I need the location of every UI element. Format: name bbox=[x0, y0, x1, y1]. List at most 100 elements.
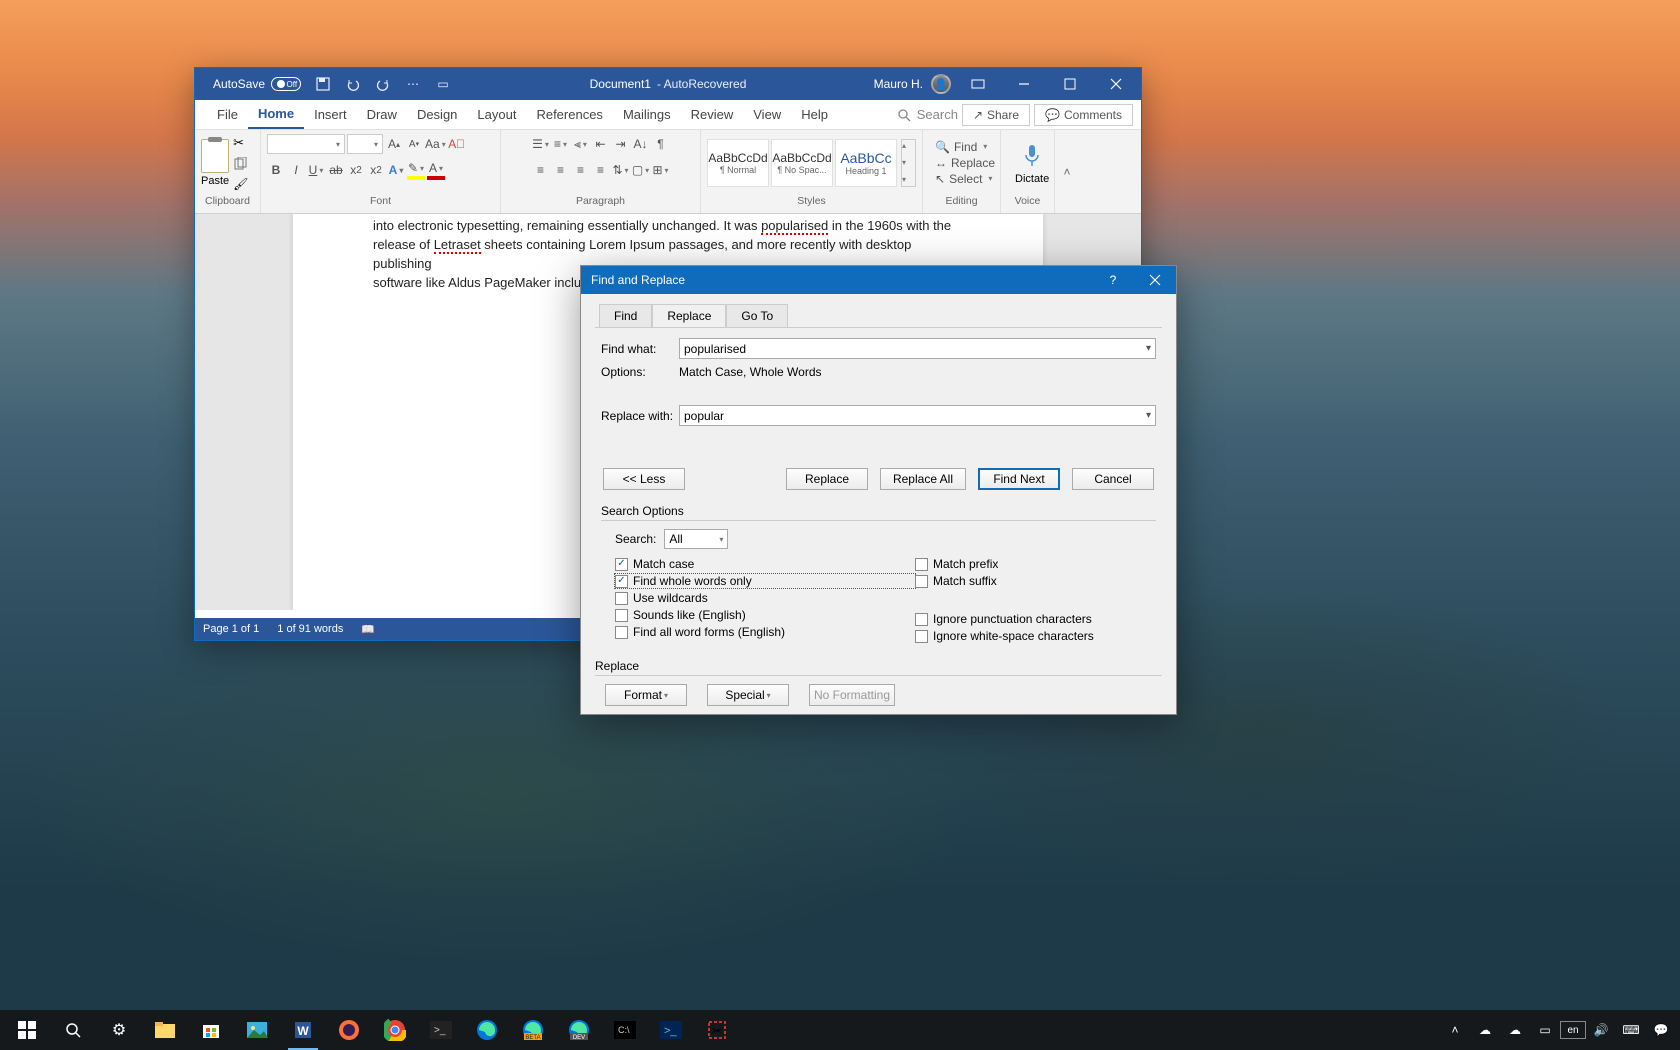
language-icon[interactable]: en bbox=[1560, 1021, 1586, 1039]
edge-dev-icon[interactable]: DEV bbox=[556, 1010, 602, 1050]
user-name[interactable]: Mauro H. bbox=[874, 77, 923, 91]
tab-layout[interactable]: Layout bbox=[467, 100, 526, 129]
show-marks-icon[interactable]: ¶ bbox=[652, 134, 670, 154]
replace-button[interactable]: ↔Replace bbox=[935, 156, 995, 170]
redo-icon[interactable] bbox=[375, 76, 391, 92]
chk-match-suffix[interactable]: Match suffix bbox=[915, 574, 1094, 588]
chevron-down-icon[interactable]: ▾ bbox=[1146, 343, 1151, 354]
user-avatar-icon[interactable]: 👤 bbox=[931, 74, 951, 94]
text-effects-icon[interactable]: A▾ bbox=[387, 160, 405, 180]
help-icon[interactable]: ? bbox=[1092, 266, 1134, 294]
increase-indent-icon[interactable]: ⇥ bbox=[612, 134, 630, 154]
replace-all-button[interactable]: Replace All bbox=[880, 468, 966, 490]
tab-insert[interactable]: Insert bbox=[304, 100, 357, 129]
tab-references[interactable]: References bbox=[526, 100, 612, 129]
edge-icon[interactable] bbox=[464, 1010, 510, 1050]
format-button[interactable]: Format ▾ bbox=[605, 684, 687, 706]
numbering-icon[interactable]: ≡▾ bbox=[552, 134, 570, 154]
close-icon[interactable] bbox=[1097, 68, 1135, 100]
touch-mode-icon[interactable]: ▭ bbox=[435, 76, 451, 92]
tab-draw[interactable]: Draw bbox=[357, 100, 407, 129]
grow-font-icon[interactable]: A▴ bbox=[385, 134, 403, 154]
tab-design[interactable]: Design bbox=[407, 100, 467, 129]
italic-icon[interactable]: I bbox=[287, 160, 305, 180]
select-button[interactable]: ↖Select▾ bbox=[935, 172, 995, 186]
minimize-icon[interactable] bbox=[1005, 68, 1043, 100]
word-count[interactable]: 1 of 91 words bbox=[277, 623, 343, 635]
less-button[interactable]: << Less bbox=[603, 468, 685, 490]
share-button[interactable]: ↗ Share bbox=[962, 104, 1030, 126]
tab-find[interactable]: Find bbox=[599, 304, 652, 327]
autosave-toggle[interactable]: AutoSave Off bbox=[213, 77, 301, 91]
replace-button[interactable]: Replace bbox=[786, 468, 868, 490]
special-button[interactable]: Special ▾ bbox=[707, 684, 789, 706]
chk-match-prefix[interactable]: Match prefix bbox=[915, 557, 1094, 571]
chk-whole-words[interactable]: Find whole words only bbox=[615, 574, 915, 588]
paste-button[interactable]: Paste bbox=[201, 139, 229, 187]
photos-icon[interactable] bbox=[234, 1010, 280, 1050]
strikethrough-icon[interactable]: ab bbox=[327, 160, 345, 180]
tab-file[interactable]: File bbox=[207, 100, 248, 129]
chk-sounds-like[interactable]: Sounds like (English) bbox=[615, 608, 915, 622]
tell-me-search[interactable]: Search bbox=[897, 107, 958, 122]
shading-icon[interactable]: ▢▾ bbox=[632, 160, 650, 180]
underline-icon[interactable]: U▾ bbox=[307, 160, 325, 180]
snip-icon[interactable]: ✂ bbox=[694, 1010, 740, 1050]
change-case-icon[interactable]: Aa▾ bbox=[425, 134, 446, 154]
tab-goto[interactable]: Go To bbox=[726, 304, 788, 327]
tab-view[interactable]: View bbox=[743, 100, 791, 129]
page-indicator[interactable]: Page 1 of 1 bbox=[203, 623, 259, 635]
keyboard-icon[interactable]: ⌨ bbox=[1616, 1010, 1646, 1050]
styles-scroller[interactable]: ▴▾▾ bbox=[901, 139, 916, 187]
powershell-icon[interactable]: >_ bbox=[648, 1010, 694, 1050]
justify-icon[interactable]: ≡ bbox=[592, 160, 610, 180]
tab-home[interactable]: Home bbox=[248, 100, 304, 129]
tab-review[interactable]: Review bbox=[681, 100, 744, 129]
clear-formatting-icon[interactable]: A⃠ bbox=[448, 134, 466, 154]
dictate-button[interactable]: Dictate bbox=[1007, 141, 1057, 185]
chevron-down-icon[interactable]: ▾ bbox=[1146, 410, 1151, 421]
edge-beta-icon[interactable]: BETA bbox=[510, 1010, 556, 1050]
highlight-icon[interactable]: ✎▾ bbox=[407, 160, 425, 180]
onedrive-icon[interactable]: ☁ bbox=[1470, 1010, 1500, 1050]
bold-icon[interactable]: B bbox=[267, 160, 285, 180]
style-normal[interactable]: AaBbCcDd¶ Normal bbox=[707, 139, 769, 187]
copy-icon[interactable] bbox=[233, 157, 248, 171]
search-direction-select[interactable]: All▾ bbox=[664, 529, 728, 549]
collapse-ribbon-icon[interactable]: ˄ bbox=[1055, 130, 1079, 213]
style-heading1[interactable]: AaBbCcHeading 1 bbox=[835, 139, 897, 187]
dialog-close-icon[interactable] bbox=[1134, 266, 1176, 294]
find-what-input[interactable]: popularised▾ bbox=[679, 338, 1156, 359]
align-center-icon[interactable]: ≡ bbox=[552, 160, 570, 180]
styles-gallery[interactable]: AaBbCcDd¶ Normal AaBbCcDd¶ No Spac... Aa… bbox=[707, 139, 897, 187]
chk-wildcards[interactable]: Use wildcards bbox=[615, 591, 915, 605]
volume-icon[interactable]: 🔊 bbox=[1586, 1010, 1616, 1050]
shrink-font-icon[interactable]: A▾ bbox=[405, 134, 423, 154]
align-right-icon[interactable]: ≡ bbox=[572, 160, 590, 180]
store-icon[interactable] bbox=[188, 1010, 234, 1050]
font-name-input[interactable]: ▾ bbox=[267, 134, 345, 154]
tray-expand-icon[interactable]: ˄ bbox=[1440, 1010, 1470, 1050]
multilevel-icon[interactable]: ⫷▾ bbox=[572, 134, 590, 154]
file-explorer-icon[interactable] bbox=[142, 1010, 188, 1050]
font-color-icon[interactable]: A▾ bbox=[427, 160, 445, 180]
customize-icon[interactable]: ⋯ bbox=[405, 76, 421, 92]
dialog-title-bar[interactable]: Find and Replace ? bbox=[581, 266, 1176, 294]
spellcheck-icon[interactable]: 📖 bbox=[361, 623, 375, 636]
ribbon-display-icon[interactable] bbox=[959, 68, 997, 100]
cut-icon[interactable]: ✂ bbox=[233, 135, 248, 151]
chk-match-case[interactable]: Match case bbox=[615, 557, 915, 571]
line-spacing-icon[interactable]: ⇅▾ bbox=[612, 160, 630, 180]
format-painter-icon[interactable]: 🖌 bbox=[233, 177, 248, 191]
sort-icon[interactable]: A↓ bbox=[632, 134, 650, 154]
borders-icon[interactable]: ⊞▾ bbox=[652, 160, 670, 180]
subscript-icon[interactable]: x2 bbox=[347, 160, 365, 180]
find-next-button[interactable]: Find Next bbox=[978, 468, 1060, 490]
search-icon[interactable] bbox=[50, 1010, 96, 1050]
find-button[interactable]: 🔍Find▾ bbox=[935, 140, 995, 154]
tab-replace[interactable]: Replace bbox=[652, 304, 726, 327]
style-no-spacing[interactable]: AaBbCcDd¶ No Spac... bbox=[771, 139, 833, 187]
tab-help[interactable]: Help bbox=[791, 100, 838, 129]
firefox-icon[interactable] bbox=[326, 1010, 372, 1050]
terminal-icon[interactable]: >_ bbox=[418, 1010, 464, 1050]
